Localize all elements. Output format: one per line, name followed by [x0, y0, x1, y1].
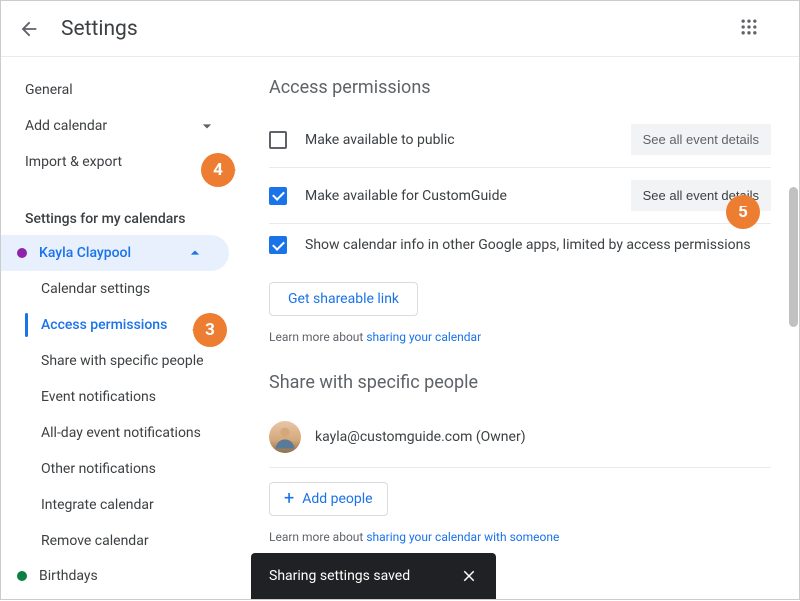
learn-more-link[interactable]: sharing your calendar with someone [366, 530, 559, 544]
toast-text: Sharing settings saved [269, 568, 410, 584]
main-content: Access permissions Make available to pub… [241, 57, 799, 601]
sidebar-sub-other-notifications[interactable]: Other notifications [1, 451, 241, 487]
add-people-button[interactable]: + Add people [269, 482, 388, 516]
sidebar-item-label: Add calendar [25, 118, 107, 134]
add-people-label: Add people [302, 491, 372, 507]
checkbox-org[interactable] [269, 187, 287, 205]
callout-3: 3 [193, 313, 227, 347]
scrollbar[interactable] [787, 57, 799, 337]
perm-row-public: Make available to public See all event d… [269, 112, 771, 168]
header: Settings [1, 1, 799, 57]
checkbox-googleapps[interactable] [269, 236, 287, 254]
sidebar-calendar-birthdays[interactable]: Birthdays [1, 559, 241, 593]
chevron-down-icon [197, 116, 217, 136]
sidebar-heading: Settings for my calendars [1, 195, 241, 235]
perm-row-org: Make available for CustomGuide See all e… [269, 168, 771, 224]
toast: Sharing settings saved [251, 553, 496, 599]
share-specific-title: Share with specific people [269, 372, 771, 393]
page-title: Settings [61, 17, 138, 41]
perm-row-googleapps: Show calendar info in other Google apps,… [269, 224, 771, 266]
sidebar-sub-event-notifications[interactable]: Event notifications [1, 379, 241, 415]
get-shareable-link-button[interactable]: Get shareable link [269, 282, 418, 316]
perm-label-org: Make available for CustomGuide [305, 188, 613, 204]
calendar-color-dot [17, 571, 27, 581]
scrollbar-thumb[interactable] [789, 187, 798, 327]
see-details-button-public[interactable]: See all event details [631, 124, 771, 155]
learn-more-sharing: Learn more about sharing your calendar [269, 324, 771, 372]
sidebar-sub-allday-notifications[interactable]: All-day event notifications [1, 415, 241, 451]
back-arrow-icon[interactable] [17, 17, 41, 41]
calendar-color-dot [17, 248, 27, 258]
share-owner-row: kayla@customguide.com (Owner) [269, 407, 771, 468]
calendar-name: Kayla Claypool [39, 245, 131, 261]
sidebar-calendar-active[interactable]: Kayla Claypool [1, 235, 229, 271]
owner-email: kayla@customguide.com (Owner) [315, 429, 526, 445]
callout-4: 4 [201, 153, 235, 187]
sidebar-sub-remove[interactable]: Remove calendar [1, 523, 241, 559]
sidebar-sub-calendar-settings[interactable]: Calendar settings [1, 271, 241, 307]
perm-label-googleapps: Show calendar info in other Google apps,… [305, 237, 771, 253]
callout-5: 5 [726, 195, 760, 229]
access-permissions-title: Access permissions [269, 77, 771, 98]
sidebar-general[interactable]: General [1, 73, 241, 107]
chevron-up-icon [185, 243, 205, 263]
sidebar-sub-integrate[interactable]: Integrate calendar [1, 487, 241, 523]
user-avatar [269, 421, 301, 453]
calendar-name: Birthdays [39, 568, 98, 584]
google-apps-icon[interactable] [739, 17, 763, 41]
plus-icon: + [284, 492, 294, 506]
learn-more-link[interactable]: sharing your calendar [366, 330, 481, 344]
checkbox-public[interactable] [269, 131, 287, 149]
sidebar-sub-share-specific[interactable]: Share with specific people [1, 343, 241, 379]
sidebar-add-calendar[interactable]: Add calendar [1, 107, 241, 145]
toast-close-icon[interactable] [460, 567, 478, 585]
perm-label-public: Make available to public [305, 132, 613, 148]
